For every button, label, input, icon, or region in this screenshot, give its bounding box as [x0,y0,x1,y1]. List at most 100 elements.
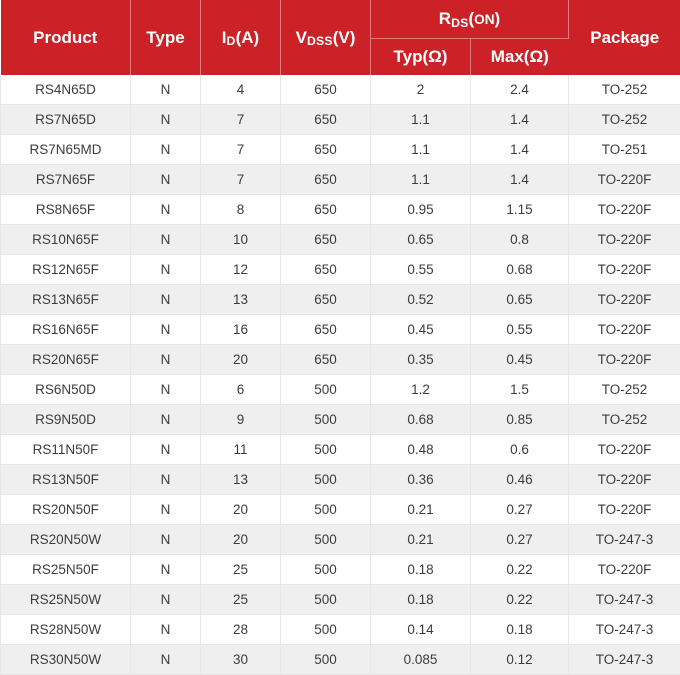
cell-type: N [131,645,201,675]
cell-package: TO-220F [569,435,680,465]
cell-rds-typ: 0.35 [371,345,471,375]
column-header-type: Type [131,0,201,75]
cell-package: TO-247-3 [569,645,680,675]
cell-product: RS9N50D [1,405,131,435]
column-header-vdss: VDSS(V) [281,0,371,75]
table-row: RS20N50WN205000.210.27TO-247-3 [1,525,680,555]
cell-rds-typ: 0.68 [371,405,471,435]
cell-type: N [131,135,201,165]
cell-product: RS4N65D [1,75,131,105]
cell-rds-max: 0.55 [471,315,569,345]
cell-product: RS25N50F [1,555,131,585]
cell-product: RS20N50F [1,495,131,525]
cell-type: N [131,525,201,555]
cell-type: N [131,435,201,465]
cell-product: RS8N65F [1,195,131,225]
table-row: RS20N65FN206500.350.45TO-220F [1,345,680,375]
cell-vdss: 500 [281,645,371,675]
table-row: RS10N65FN106500.650.8TO-220F [1,225,680,255]
cell-rds-max: 1.5 [471,375,569,405]
cell-type: N [131,375,201,405]
cell-type: N [131,165,201,195]
cell-rds-max: 0.22 [471,585,569,615]
vdss-unit: (V) [333,28,356,47]
table-row: RS30N50WN305000.0850.12TO-247-3 [1,645,680,675]
cell-product: RS20N50W [1,525,131,555]
cell-product: RS13N50F [1,465,131,495]
cell-product: RS7N65MD [1,135,131,165]
cell-id-current: 7 [201,165,281,195]
column-header-rds-on: RDS(ON) [371,0,569,39]
cell-package: TO-252 [569,105,680,135]
cell-id-current: 10 [201,225,281,255]
cell-package: TO-247-3 [569,585,680,615]
cell-type: N [131,465,201,495]
cell-id-current: 16 [201,315,281,345]
cell-package: TO-252 [569,375,680,405]
cell-id-current: 20 [201,525,281,555]
cell-rds-max: 0.8 [471,225,569,255]
cell-product: RS30N50W [1,645,131,675]
cell-rds-max: 0.18 [471,615,569,645]
cell-rds-max: 0.68 [471,255,569,285]
cell-product: RS20N65F [1,345,131,375]
cell-rds-typ: 0.55 [371,255,471,285]
table-row: RS4N65DN465022.4TO-252 [1,75,680,105]
cell-vdss: 500 [281,585,371,615]
cell-package: TO-220F [569,315,680,345]
cell-package: TO-220F [569,195,680,225]
cell-rds-max: 0.22 [471,555,569,585]
cell-id-current: 9 [201,405,281,435]
cell-product: RS13N65F [1,285,131,315]
cell-product: RS7N65F [1,165,131,195]
cell-product: RS11N50F [1,435,131,465]
cell-type: N [131,285,201,315]
cell-package: TO-220F [569,555,680,585]
cell-type: N [131,75,201,105]
cell-type: N [131,555,201,585]
cell-package: TO-247-3 [569,525,680,555]
cell-rds-typ: 0.65 [371,225,471,255]
table-row: RS9N50DN95000.680.85TO-252 [1,405,680,435]
cell-vdss: 650 [281,135,371,165]
table-body: RS4N65DN465022.4TO-252RS7N65DN76501.11.4… [1,75,680,675]
id-subscript: D [227,34,236,48]
cell-rds-max: 1.4 [471,135,569,165]
cell-vdss: 500 [281,465,371,495]
cell-id-current: 13 [201,285,281,315]
cell-vdss: 650 [281,105,371,135]
column-header-package: Package [569,0,680,75]
cell-package: TO-220F [569,165,680,195]
cell-rds-max: 1.4 [471,105,569,135]
cell-rds-typ: 0.18 [371,555,471,585]
cell-rds-typ: 0.14 [371,615,471,645]
column-header-typ: Typ(Ω) [371,39,471,76]
cell-rds-max: 0.6 [471,435,569,465]
cell-id-current: 20 [201,495,281,525]
cell-type: N [131,105,201,135]
cell-vdss: 500 [281,375,371,405]
table-row: RS8N65FN86500.951.15TO-220F [1,195,680,225]
cell-rds-typ: 0.95 [371,195,471,225]
cell-type: N [131,315,201,345]
cell-rds-max: 2.4 [471,75,569,105]
cell-rds-typ: 0.36 [371,465,471,495]
table-row: RS25N50WN255000.180.22TO-247-3 [1,585,680,615]
table-row: RS13N50FN135000.360.46TO-220F [1,465,680,495]
cell-package: TO-251 [569,135,680,165]
cell-product: RS25N50W [1,585,131,615]
cell-vdss: 500 [281,495,371,525]
cell-rds-max: 0.65 [471,285,569,315]
cell-vdss: 500 [281,435,371,465]
cell-rds-max: 0.27 [471,495,569,525]
cell-vdss: 650 [281,255,371,285]
cell-product: RS10N65F [1,225,131,255]
cell-vdss: 500 [281,555,371,585]
cell-rds-typ: 2 [371,75,471,105]
cell-type: N [131,585,201,615]
cell-rds-max: 0.12 [471,645,569,675]
cell-product: RS16N65F [1,315,131,345]
cell-package: TO-220F [569,225,680,255]
cell-package: TO-220F [569,255,680,285]
vdss-subscript: DSS [307,34,333,48]
